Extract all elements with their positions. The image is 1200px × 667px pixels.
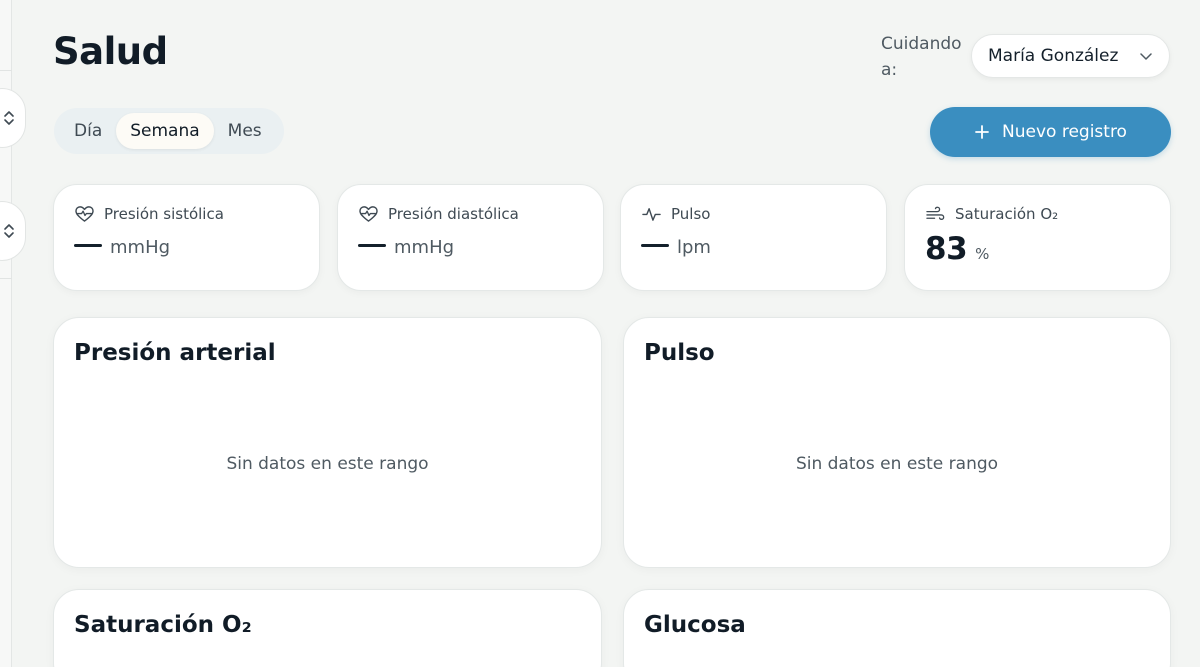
chevron-up-down-icon bbox=[4, 224, 14, 238]
plus-icon bbox=[975, 125, 989, 139]
card-title: Saturación O₂ bbox=[74, 612, 252, 638]
card-blood-pressure: Presión arterial Sin datos en este rango bbox=[53, 317, 602, 568]
card-pulse: Pulso Sin datos en este rango bbox=[623, 317, 1171, 568]
stat-card-pulse: Pulso lpm bbox=[620, 184, 887, 291]
rail-divider bbox=[0, 278, 12, 279]
stat-label: Presión sistólica bbox=[104, 205, 224, 223]
stat-unit: lpm bbox=[677, 237, 711, 258]
chevron-up-down-icon bbox=[4, 111, 14, 125]
heart-pulse-icon bbox=[359, 206, 378, 222]
stat-card-systolic: Presión sistólica mmHg bbox=[53, 184, 320, 291]
person-select-value: María González bbox=[988, 46, 1119, 66]
stat-unit: mmHg bbox=[110, 237, 171, 258]
stat-card-saturation: Saturación O₂ 83 % bbox=[904, 184, 1171, 291]
wind-icon bbox=[926, 206, 945, 220]
card-title: Glucosa bbox=[644, 612, 746, 638]
empty-value-dash bbox=[74, 244, 102, 247]
tab-day[interactable]: Día bbox=[60, 113, 116, 149]
rail-expand-button[interactable] bbox=[0, 201, 26, 261]
tab-week[interactable]: Semana bbox=[116, 113, 214, 149]
stat-unit: % bbox=[975, 245, 990, 263]
rail-divider bbox=[0, 70, 12, 71]
card-glucose: Glucosa bbox=[623, 589, 1171, 667]
empty-value-dash bbox=[358, 244, 386, 247]
page-title: Salud bbox=[53, 30, 168, 73]
person-select[interactable]: María González bbox=[971, 34, 1170, 78]
heart-pulse-icon bbox=[75, 206, 94, 222]
new-record-button[interactable]: Nuevo registro bbox=[930, 107, 1171, 157]
activity-icon bbox=[642, 208, 661, 221]
card-saturation: Saturación O₂ bbox=[53, 589, 602, 667]
new-record-label: Nuevo registro bbox=[1002, 122, 1127, 142]
caring-label: Cuidando a: bbox=[881, 34, 962, 80]
stat-unit: mmHg bbox=[394, 237, 455, 258]
range-tabs: Día Semana Mes bbox=[54, 108, 284, 154]
stat-value: 83 bbox=[925, 231, 968, 267]
empty-state-text: Sin datos en este rango bbox=[795, 454, 999, 474]
stat-label: Presión diastólica bbox=[388, 205, 519, 223]
chevron-down-icon bbox=[1140, 53, 1152, 60]
stat-label: Saturación O₂ bbox=[955, 205, 1059, 223]
stat-label: Pulso bbox=[671, 205, 711, 223]
stat-card-diastolic: Presión diastólica mmHg bbox=[337, 184, 604, 291]
empty-state-text: Sin datos en este rango bbox=[226, 454, 429, 474]
tab-month[interactable]: Mes bbox=[214, 113, 276, 149]
card-title: Presión arterial bbox=[74, 340, 276, 366]
rail-expand-button[interactable] bbox=[0, 88, 26, 148]
card-title: Pulso bbox=[644, 340, 715, 366]
empty-value-dash bbox=[641, 244, 669, 247]
